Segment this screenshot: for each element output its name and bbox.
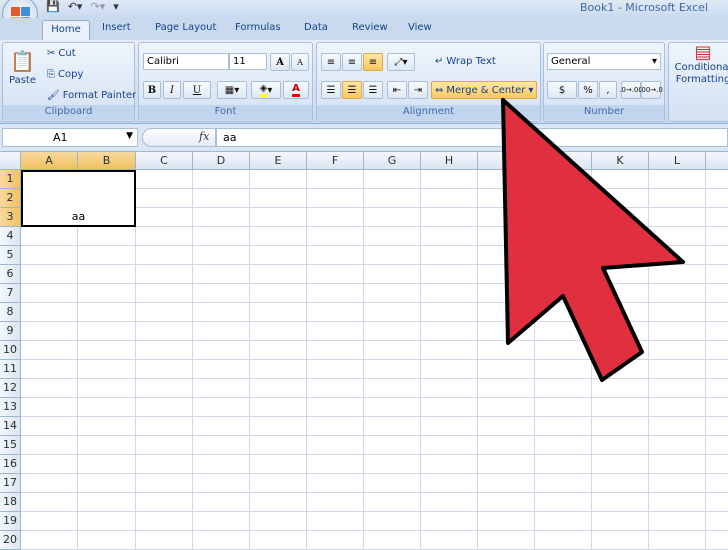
arrow-icon [501, 98, 685, 382]
red-pointer-arrow-overlay [501, 98, 685, 382]
